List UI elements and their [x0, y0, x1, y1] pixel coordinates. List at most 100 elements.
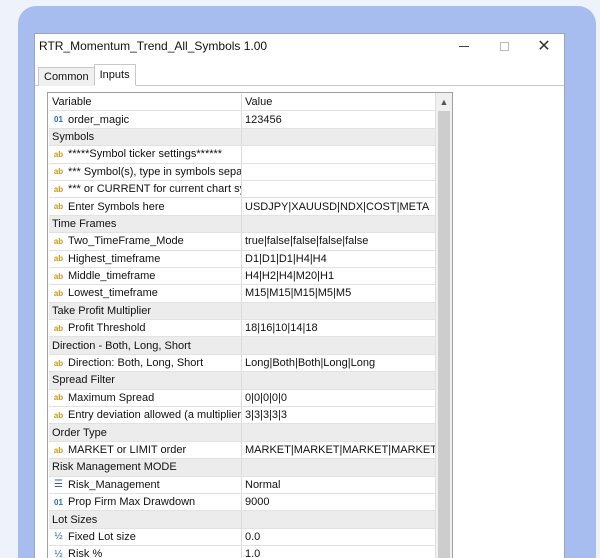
grid-section-row[interactable]: Risk Management MODE: [49, 459, 435, 477]
grid-section-row[interactable]: Time Frames: [49, 215, 435, 234]
parameter-value-cell[interactable]: 9000: [242, 494, 435, 510]
grid-param-row[interactable]: ab *** or CURRENT for current chart sy...: [49, 180, 435, 199]
parameter-value-cell[interactable]: [242, 181, 435, 197]
double-type-icon: ½: [54, 548, 63, 558]
string-type-icon: ab: [53, 167, 64, 177]
section-label: Symbols: [49, 128, 242, 146]
scroll-up-icon[interactable]: ▲: [436, 93, 452, 110]
grid-param-row[interactable]: ☰ Risk_Management Normal: [49, 476, 435, 494]
column-header-variable[interactable]: Variable: [49, 94, 242, 111]
string-type-icon: ab: [53, 254, 64, 264]
grid-param-row[interactable]: ab Middle_timeframe H4|H2|H4|M20|H1: [49, 267, 435, 286]
parameter-value-cell[interactable]: 1.0: [242, 546, 435, 558]
grid-param-row[interactable]: 01 Prop Firm Max Drawdown 9000: [49, 493, 435, 512]
grid-section-row[interactable]: Take Profit Multiplier: [49, 302, 435, 321]
parameter-value-cell[interactable]: 18|16|10|14|18: [242, 320, 435, 336]
parameter-name: Risk Management MODE: [52, 461, 177, 474]
parameter-value-cell[interactable]: Normal: [242, 477, 435, 493]
grid-param-row[interactable]: 01 order_magic 123456: [49, 111, 435, 129]
parameter-value-cell[interactable]: [242, 164, 435, 180]
section-label: Time Frames: [49, 215, 242, 233]
parameter-name: Enter Symbols here: [68, 200, 165, 213]
grid-param-row[interactable]: ab *****Symbol ticker settings******: [49, 146, 435, 164]
tab-inputs[interactable]: Inputs: [93, 64, 136, 86]
parameter-name: Middle_timeframe: [68, 270, 156, 283]
section-label: Direction - Both, Long, Short: [49, 337, 242, 354]
parameter-name-cell: ab Direction: Both, Long, Short: [49, 354, 242, 372]
parameter-name: Order Type: [52, 426, 107, 439]
parameter-value-cell: [242, 459, 435, 475]
parameter-name-cell: 01 order_magic: [49, 111, 242, 128]
string-type-icon: ab: [53, 236, 64, 246]
grid-param-row[interactable]: ab Enter Symbols here USDJPY|XAUUSD|NDX|CO…: [49, 198, 435, 216]
parameter-value-cell[interactable]: USDJPY|XAUUSD|NDX|COST|META: [242, 198, 435, 214]
parameter-value-cell[interactable]: 3|3|3|3|3: [242, 407, 435, 423]
parameter-value-cell[interactable]: [242, 146, 435, 162]
grid-section-row[interactable]: Symbols: [49, 128, 435, 147]
grid-param-row[interactable]: ab Lowest_timeframe M15|M15|M15|M5|M5: [49, 285, 435, 303]
parameter-name: order_magic: [68, 113, 130, 126]
string-type-icon: ab: [53, 149, 64, 159]
parameter-name-cell: ab Entry deviation allowed (a multiplier …: [49, 407, 242, 424]
properties-window: RTR_Momentum_Trend_All_Symbols 1.00 ✕ Co…: [34, 33, 565, 558]
grid-section-row[interactable]: Lot Sizes: [49, 511, 435, 529]
parameter-name-cell: ab Two_TimeFrame_Mode: [49, 233, 242, 250]
parameter-name-cell: ab *****Symbol ticker settings******: [49, 146, 242, 163]
parameter-value-cell[interactable]: 123456: [242, 111, 435, 127]
parameter-value-cell[interactable]: 0|0|0|0|0: [242, 390, 435, 406]
title-bar: RTR_Momentum_Trend_All_Symbols 1.00 ✕: [35, 34, 564, 58]
parameter-name-cell: 01 Prop Firm Max Drawdown: [49, 493, 242, 511]
grid-param-row[interactable]: ab *** Symbol(s), type in symbols separa.…: [49, 163, 435, 181]
parameter-name-cell: ab Lowest_timeframe: [49, 285, 242, 302]
grid-param-row[interactable]: ab Highest_timeframe D1|D1|D1|H4|H4: [49, 250, 435, 268]
grid-section-row[interactable]: Direction - Both, Long, Short: [49, 337, 435, 355]
grid-section-row[interactable]: Order Type: [49, 424, 435, 442]
vertical-scrollbar[interactable]: ▲: [435, 93, 452, 558]
parameter-value-cell: [242, 129, 435, 145]
parameter-value-cell[interactable]: 0.0: [242, 529, 435, 545]
grid-param-row[interactable]: ½ Fixed Lot size 0.0: [49, 528, 435, 547]
parameter-name-cell: ab Middle_timeframe: [49, 267, 242, 285]
integer-type-icon: 01: [54, 115, 63, 125]
section-label: Spread Filter: [49, 372, 242, 389]
parameter-value-cell[interactable]: H4|H2|H4|M20|H1: [242, 268, 435, 284]
section-label: Lot Sizes: [49, 511, 242, 528]
parameter-name: Direction - Both, Long, Short: [52, 339, 191, 352]
parameter-value-cell[interactable]: Long|Both|Both|Long|Long: [242, 355, 435, 371]
column-header-value[interactable]: Value: [242, 94, 435, 110]
scroll-thumb[interactable]: [438, 111, 450, 558]
grid-param-row[interactable]: ab Profit Threshold 18|16|10|14|18: [49, 320, 435, 338]
parameter-value-cell[interactable]: D1|D1|D1|H4|H4: [242, 251, 435, 267]
string-type-icon: ab: [53, 184, 64, 194]
grid-param-row[interactable]: ab Maximum Spread 0|0|0|0|0: [49, 389, 435, 408]
parameter-name: Maximum Spread: [68, 391, 155, 404]
grid-param-row[interactable]: ab MARKET or LIMIT order MARKET|MARKET|MAR…: [49, 441, 435, 460]
close-icon: ✕: [537, 38, 551, 55]
parameter-value-cell: [242, 372, 435, 388]
parameter-value-cell[interactable]: M15|M15|M15|M5|M5: [242, 285, 435, 301]
parameter-name: *** Symbol(s), type in symbols separa...: [68, 165, 242, 178]
parameter-name: Fixed Lot size: [68, 530, 136, 543]
maximize-button[interactable]: [484, 34, 524, 58]
parameter-value-cell: [242, 424, 435, 440]
parameter-value-cell[interactable]: MARKET|MARKET|MARKET|MARKET|MAR...: [242, 442, 435, 458]
parameter-name: Lowest_timeframe: [68, 287, 158, 300]
close-button[interactable]: ✕: [524, 34, 564, 58]
parameter-name: Risk %: [68, 548, 103, 558]
grid-param-row[interactable]: ab Direction: Both, Long, Short Long|Both|…: [49, 354, 435, 373]
parameter-name-cell: ab Highest_timeframe: [49, 250, 242, 267]
grid-section-row[interactable]: Spread Filter: [49, 372, 435, 390]
tab-common[interactable]: Common: [38, 67, 95, 86]
parameter-value-cell[interactable]: true|false|false|false|false: [242, 233, 435, 249]
section-label: Risk Management MODE: [49, 459, 242, 476]
grid-param-row[interactable]: ab Entry deviation allowed (a multiplier …: [49, 407, 435, 425]
grid-param-row[interactable]: ab Two_TimeFrame_Mode true|false|false|fal…: [49, 233, 435, 251]
string-type-icon: ab: [53, 288, 64, 298]
minimize-button[interactable]: [444, 34, 484, 58]
parameter-name: Two_TimeFrame_Mode: [68, 235, 184, 248]
parameter-name-cell: ab *** Symbol(s), type in symbols separa.…: [49, 163, 242, 180]
grid-param-row[interactable]: ½ Risk % 1.0: [49, 546, 435, 558]
parameter-name: Profit Threshold: [68, 322, 146, 335]
parameter-name: *****Symbol ticker settings******: [68, 148, 223, 161]
parameter-name-cell: ab MARKET or LIMIT order: [49, 441, 242, 459]
